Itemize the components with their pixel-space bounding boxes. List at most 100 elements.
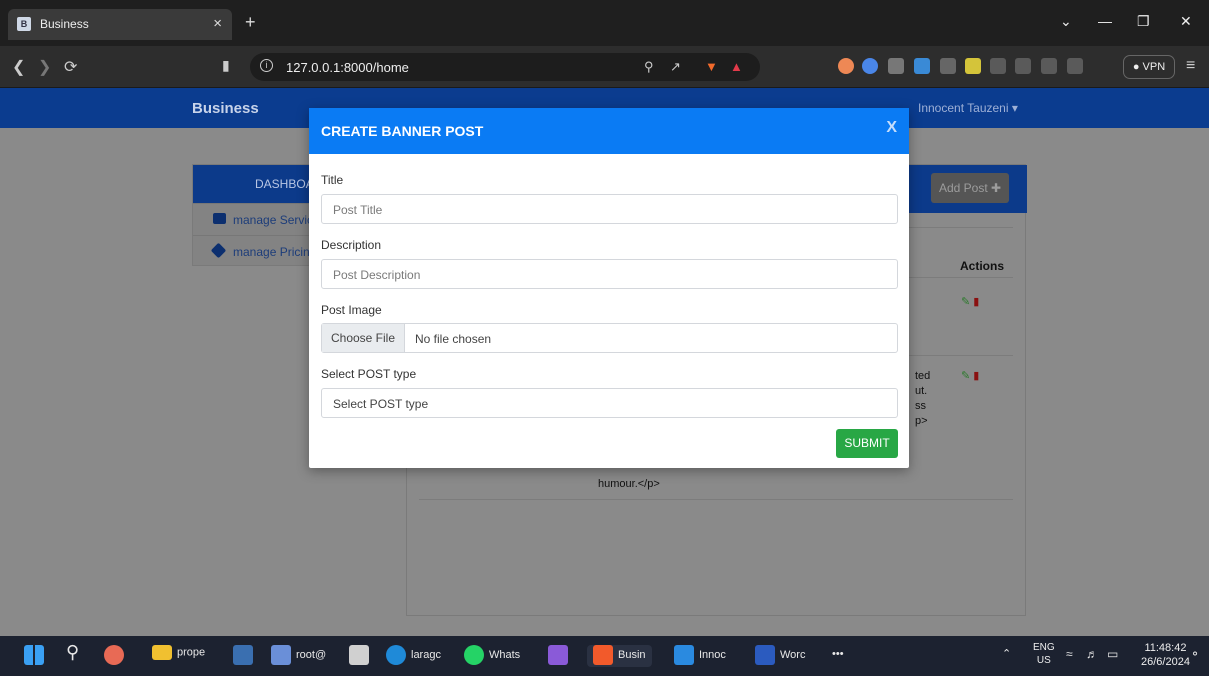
taskbar-app-terminal[interactable]: root@	[271, 645, 326, 667]
post-type-selected-value: Select POST type	[333, 397, 429, 411]
battery-icon[interactable]: ▭	[1107, 647, 1118, 669]
visual-studio-icon	[548, 645, 568, 665]
system-clock[interactable]: 11:48:42 26/6/2024	[1141, 641, 1190, 669]
taskbar-app-label: Worc	[780, 649, 806, 661]
widgets-button[interactable]	[104, 645, 129, 667]
taskbar-app-vscode[interactable]: Innoc	[674, 645, 726, 667]
modal-close-button[interactable]: X	[886, 119, 897, 137]
brave-rewards-icon[interactable]: ▲	[730, 59, 743, 74]
taskbar-overflow-button[interactable]: •••	[832, 648, 844, 670]
share-icon[interactable]: ↗	[670, 59, 681, 75]
extensions-puzzle-icon[interactable]	[990, 58, 1006, 74]
clock-date: 26/6/2024	[1141, 656, 1190, 668]
user-menu[interactable]: Innocent Tauzeni ▾	[918, 101, 1018, 115]
taskbar-app-brave[interactable]: Busin	[587, 645, 652, 667]
row-description-end: humour.</p>	[598, 478, 660, 490]
edit-icon[interactable]: ✎	[961, 370, 970, 382]
taskbar-app-label: laragc	[411, 649, 441, 661]
taskbar-app-whatsapp[interactable]: Whats	[464, 645, 520, 667]
whatsapp-icon	[464, 645, 484, 665]
choose-file-button[interactable]: Choose File	[322, 324, 405, 352]
extension-a-icon[interactable]	[862, 58, 878, 74]
tag-icon	[210, 242, 227, 259]
taskbar-app-laragon[interactable]: laragc	[386, 645, 441, 667]
reload-button[interactable]: ⟳	[64, 57, 77, 77]
browser-tab[interactable]: B Business ×	[8, 9, 232, 40]
laragon-icon	[386, 645, 406, 665]
extension-c2-icon[interactable]	[940, 58, 956, 74]
taskbar-app-label: Busin	[618, 649, 646, 661]
taskbar-app-label: root@	[296, 649, 327, 661]
post-type-select[interactable]: Select POST type	[321, 388, 898, 418]
extension-f-icon[interactable]	[914, 58, 930, 74]
lang-code: ENG	[1033, 642, 1055, 653]
table-divider	[419, 499, 1013, 500]
bookmark-icon[interactable]: ▮	[222, 57, 230, 74]
language-indicator[interactable]: ENG US	[1033, 641, 1055, 667]
windows-taskbar: ⚲ prope root@ laragc Whats Busin Innoc W…	[0, 636, 1209, 676]
edit-icon[interactable]: ✎	[961, 296, 970, 308]
search-icon[interactable]: ⚲	[66, 642, 79, 664]
sidebar-item-label: manage Servic	[233, 213, 314, 227]
text-line: p>	[915, 415, 928, 427]
tab-search-chevron-icon[interactable]: ⌄	[1060, 13, 1072, 30]
trash-icon[interactable]: ▮	[973, 296, 979, 308]
wifi-icon[interactable]: ≈	[1066, 647, 1073, 669]
taskbar-app-word[interactable]: Worc	[755, 645, 805, 667]
remote-desktop-icon	[233, 645, 253, 665]
weather-icon	[104, 645, 124, 665]
close-window-button[interactable]: ✕	[1180, 13, 1192, 30]
extension-color-icon[interactable]	[838, 58, 854, 74]
tab-favicon-icon: B	[17, 17, 31, 31]
new-tab-button[interactable]: +	[245, 12, 256, 33]
taskbar-app-visualstudio[interactable]	[548, 645, 573, 667]
browser-tab-strip: B Business × + ⌄ — ❐ ✕	[0, 0, 1209, 46]
extension-download-icon[interactable]	[965, 58, 981, 74]
word-icon	[755, 645, 775, 665]
row-description-fragment: ted ut. ss p>	[915, 369, 930, 429]
post-image-label: Post Image	[321, 303, 382, 317]
submit-button[interactable]: SUBMIT	[836, 429, 898, 458]
maximize-button[interactable]: ❐	[1137, 13, 1150, 30]
trash-icon[interactable]: ▮	[973, 370, 979, 382]
minimize-button[interactable]: —	[1098, 13, 1112, 29]
extension-c-icon[interactable]	[888, 58, 904, 74]
downloads-icon[interactable]	[1015, 58, 1031, 74]
menu-icon[interactable]: ≡	[1186, 57, 1195, 75]
taskbar-app-label: Whats	[489, 649, 521, 661]
start-button[interactable]	[24, 645, 49, 667]
table-row-actions: ✎ ▮	[961, 369, 979, 382]
post-description-input[interactable]: Post Description	[321, 259, 898, 289]
notification-bell-icon[interactable]: ⚬	[1190, 647, 1200, 669]
file-status-text: No file chosen	[415, 332, 492, 346]
modal-header: CREATE BANNER POST X	[309, 108, 909, 154]
post-image-file-input[interactable]: Choose File No file chosen	[321, 323, 898, 353]
taskbar-app-explorer[interactable]: prope	[152, 645, 205, 667]
zoom-search-icon[interactable]: ⚲	[644, 59, 654, 75]
back-button[interactable]: ❮	[12, 57, 25, 77]
post-title-placeholder: Post Title	[333, 203, 383, 217]
address-bar[interactable]: i 127.0.0.1:8000/home ⚲ ↗ ▼ ▲	[250, 53, 760, 81]
taskbar-app-store[interactable]	[349, 645, 374, 667]
tray-expand-icon[interactable]: ⌃	[1002, 647, 1011, 669]
wallet-icon[interactable]	[1067, 58, 1083, 74]
region-code: US	[1036, 655, 1051, 666]
post-title-input[interactable]: Post Title	[321, 194, 898, 224]
taskbar-app-remote[interactable]	[233, 645, 258, 667]
create-banner-post-modal: CREATE BANNER POST X Title Post Title De…	[309, 108, 909, 468]
windows-logo-icon	[24, 645, 44, 665]
store-icon	[349, 645, 369, 665]
tab-close-icon[interactable]: ×	[213, 15, 222, 32]
brand-logo[interactable]: Business	[192, 100, 259, 117]
forward-button[interactable]: ❯	[38, 57, 51, 77]
site-info-icon[interactable]: i	[260, 59, 273, 72]
vscode-icon	[674, 645, 694, 665]
modal-title: CREATE BANNER POST	[321, 123, 484, 139]
volume-icon[interactable]: ♬	[1086, 647, 1098, 669]
vpn-button[interactable]: ● VPN	[1123, 55, 1175, 79]
folder-icon	[152, 645, 172, 660]
sidebar-toggle-icon[interactable]	[1041, 58, 1057, 74]
add-post-button[interactable]: Add Post ✚	[931, 173, 1009, 203]
text-line: ss	[915, 400, 926, 412]
brave-shields-icon[interactable]: ▼	[705, 59, 718, 74]
